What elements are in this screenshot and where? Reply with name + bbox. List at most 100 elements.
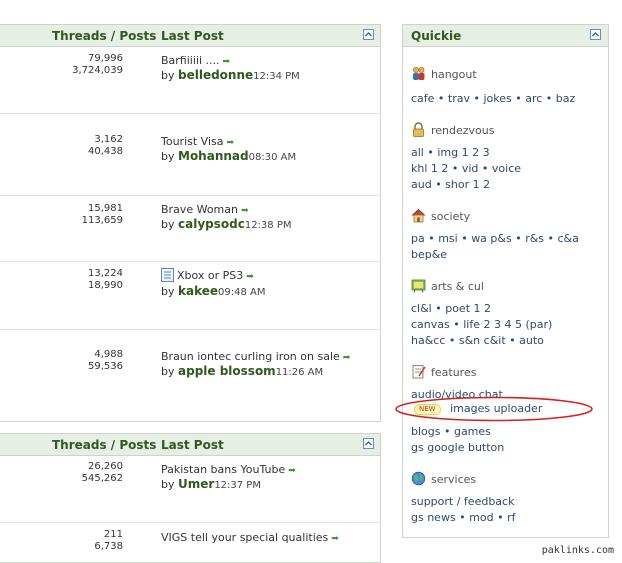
username[interactable]: kakee [178, 284, 218, 298]
post-time: 12:38 PM [244, 220, 292, 231]
quick-links[interactable]: pa • msi • wa p&s • r&s • c&a [411, 232, 579, 245]
go-to-post-icon[interactable]: ➡ [331, 534, 339, 544]
quick-links[interactable]: canvas • life 2 3 4 5 (par) [411, 318, 552, 331]
quickie-title: Quickie [411, 29, 462, 43]
posts-count: 6,738 [94, 541, 123, 552]
posts-count: 113,659 [81, 215, 123, 226]
table-row[interactable]: 26,260 545,262 Pakistan bans YouTube ➡ by… [0, 455, 381, 523]
table-row[interactable]: 79,996 3,724,039 Barfiiiiii .... ➡ by bel… [0, 46, 381, 114]
quick-links[interactable]: bep&e [411, 248, 447, 261]
forum-table-header: Threads / Posts Last Post [0, 25, 380, 47]
globe-icon [411, 471, 426, 486]
quickie-section-hangout[interactable]: hangout [431, 68, 477, 81]
posts-count: 18,990 [88, 280, 123, 291]
threads-count: 15,981 [88, 203, 123, 214]
last-post-title[interactable]: VIGS tell your special qualities [161, 531, 328, 544]
username[interactable]: calypsodc [178, 217, 245, 231]
quick-links[interactable]: cafe • trav • jokes • arc • baz [411, 92, 575, 105]
quick-links[interactable]: gs google button [411, 441, 504, 454]
quickie-section-services[interactable]: services [431, 473, 476, 486]
last-post-title[interactable]: Tourist Visa [161, 135, 223, 148]
threads-count: 211 [103, 529, 123, 540]
collapse-icon[interactable] [363, 29, 374, 40]
posts-count: 3,724,039 [72, 65, 123, 76]
house-icon [411, 208, 426, 223]
username[interactable]: apple blossom [178, 364, 276, 378]
last-post-title-wrap: Braun iontec curling iron on sale ➡ [161, 350, 350, 363]
last-post-title[interactable]: Braun iontec curling iron on sale [161, 350, 340, 363]
quick-links[interactable]: cl&l • poet 1 2 [411, 302, 491, 315]
by-label: by [161, 285, 175, 298]
forum-table-header: Threads / Posts Last Post [0, 434, 380, 456]
last-post-title-wrap: Pakistan bans YouTube ➡ [161, 463, 296, 476]
quick-links[interactable]: aud • shor 1 2 [411, 178, 490, 191]
table-row[interactable]: 13,224 18,990 Xbox or PS3 ➡ by kakee09:48… [0, 262, 381, 330]
quick-links[interactable]: support / feedback [411, 495, 514, 508]
palette-icon [411, 279, 426, 293]
last-post-title-wrap: VIGS tell your special qualities ➡ [161, 531, 339, 544]
quick-links[interactable]: blogs • games [411, 425, 491, 438]
threads-count: 26,260 [88, 461, 123, 472]
table-row[interactable]: 3,162 40,438 Tourist Visa ➡ by Mohannad08… [0, 114, 381, 196]
collapse-icon[interactable] [363, 438, 374, 449]
posts-count: 545,262 [81, 473, 123, 484]
post-time: 08:30 AM [248, 152, 297, 163]
last-post-by: by calypsodc12:38 PM [161, 217, 291, 231]
quickie-section-arts-cul[interactable]: arts & cul [431, 280, 484, 293]
posts-count: 59,536 [88, 361, 123, 372]
by-label: by [161, 365, 175, 378]
last-post-by: by kakee09:48 AM [161, 284, 265, 298]
go-to-post-icon[interactable]: ➡ [246, 272, 254, 282]
quickie-section-rendezvous[interactable]: rendezvous [431, 124, 495, 137]
quickie-section-features[interactable]: features [431, 366, 476, 379]
last-post-title[interactable]: Xbox or PS3 [177, 269, 243, 282]
last-post-by: by Mohannad08:30 AM [161, 149, 296, 163]
posts-count: 40,438 [88, 146, 123, 157]
last-post-title-wrap: Xbox or PS3 ➡ [161, 268, 254, 282]
by-label: by [161, 150, 175, 163]
last-post-title[interactable]: Pakistan bans YouTube [161, 463, 285, 476]
notepad-icon [412, 365, 426, 379]
table-row[interactable]: 211 6,738 VIGS tell your special qualiti… [0, 523, 381, 558]
quick-links[interactable]: ha&cc • s&n c&it • auto [411, 334, 544, 347]
last-post-title[interactable]: Brave Woman [161, 203, 238, 216]
post-time: 11:26 AM [275, 367, 324, 378]
document-icon [161, 268, 174, 282]
quick-links[interactable]: khl 1 2 • vid • voice [411, 162, 521, 175]
quickie-header: Quickie [403, 25, 608, 47]
username[interactable]: belledonne [178, 68, 253, 82]
go-to-post-icon[interactable]: ➡ [226, 138, 234, 148]
username[interactable]: Umer [178, 477, 214, 491]
threads-count: 4,988 [94, 349, 123, 360]
by-label: by [161, 218, 175, 231]
table-row[interactable]: 15,981 113,659 Brave Woman ➡ by calypsodc… [0, 196, 381, 262]
post-time: 12:37 PM [214, 480, 261, 491]
table-row[interactable]: 4,988 59,536 Braun iontec curling iron o… [0, 330, 381, 420]
threads-posts-header: Threads / Posts [52, 438, 157, 452]
go-to-post-icon[interactable]: ➡ [288, 466, 296, 476]
go-to-post-icon[interactable]: ➡ [223, 57, 231, 67]
last-post-title-wrap: Barfiiiiii .... ➡ [161, 54, 230, 67]
threads-count: 13,224 [88, 268, 123, 279]
last-post-title-wrap: Tourist Visa ➡ [161, 135, 234, 148]
quick-links[interactable]: gs news • mod • rf [411, 511, 515, 524]
last-post-by: by belledonne12:34 PM [161, 68, 300, 82]
post-time: 09:48 AM [218, 287, 266, 298]
lock-icon [413, 122, 424, 137]
quickie-section-society[interactable]: society [431, 210, 470, 223]
threads-count: 3,162 [94, 134, 123, 145]
last-post-header: Last Post [161, 29, 224, 43]
by-label: by [161, 69, 175, 82]
site-watermark: paklinks.com [541, 545, 614, 556]
last-post-title-wrap: Brave Woman ➡ [161, 203, 249, 216]
collapse-icon[interactable] [590, 29, 601, 40]
by-label: by [161, 478, 175, 491]
username[interactable]: Mohannad [178, 149, 249, 163]
go-to-post-icon[interactable]: ➡ [343, 353, 351, 363]
threads-count: 79,996 [88, 53, 123, 64]
go-to-post-icon[interactable]: ➡ [241, 206, 249, 216]
post-time: 12:34 PM [253, 71, 300, 82]
last-post-title[interactable]: Barfiiiiii .... [161, 54, 220, 67]
last-post-by: by apple blossom11:26 AM [161, 364, 323, 378]
quick-links[interactable]: all • img 1 2 3 [411, 146, 490, 159]
